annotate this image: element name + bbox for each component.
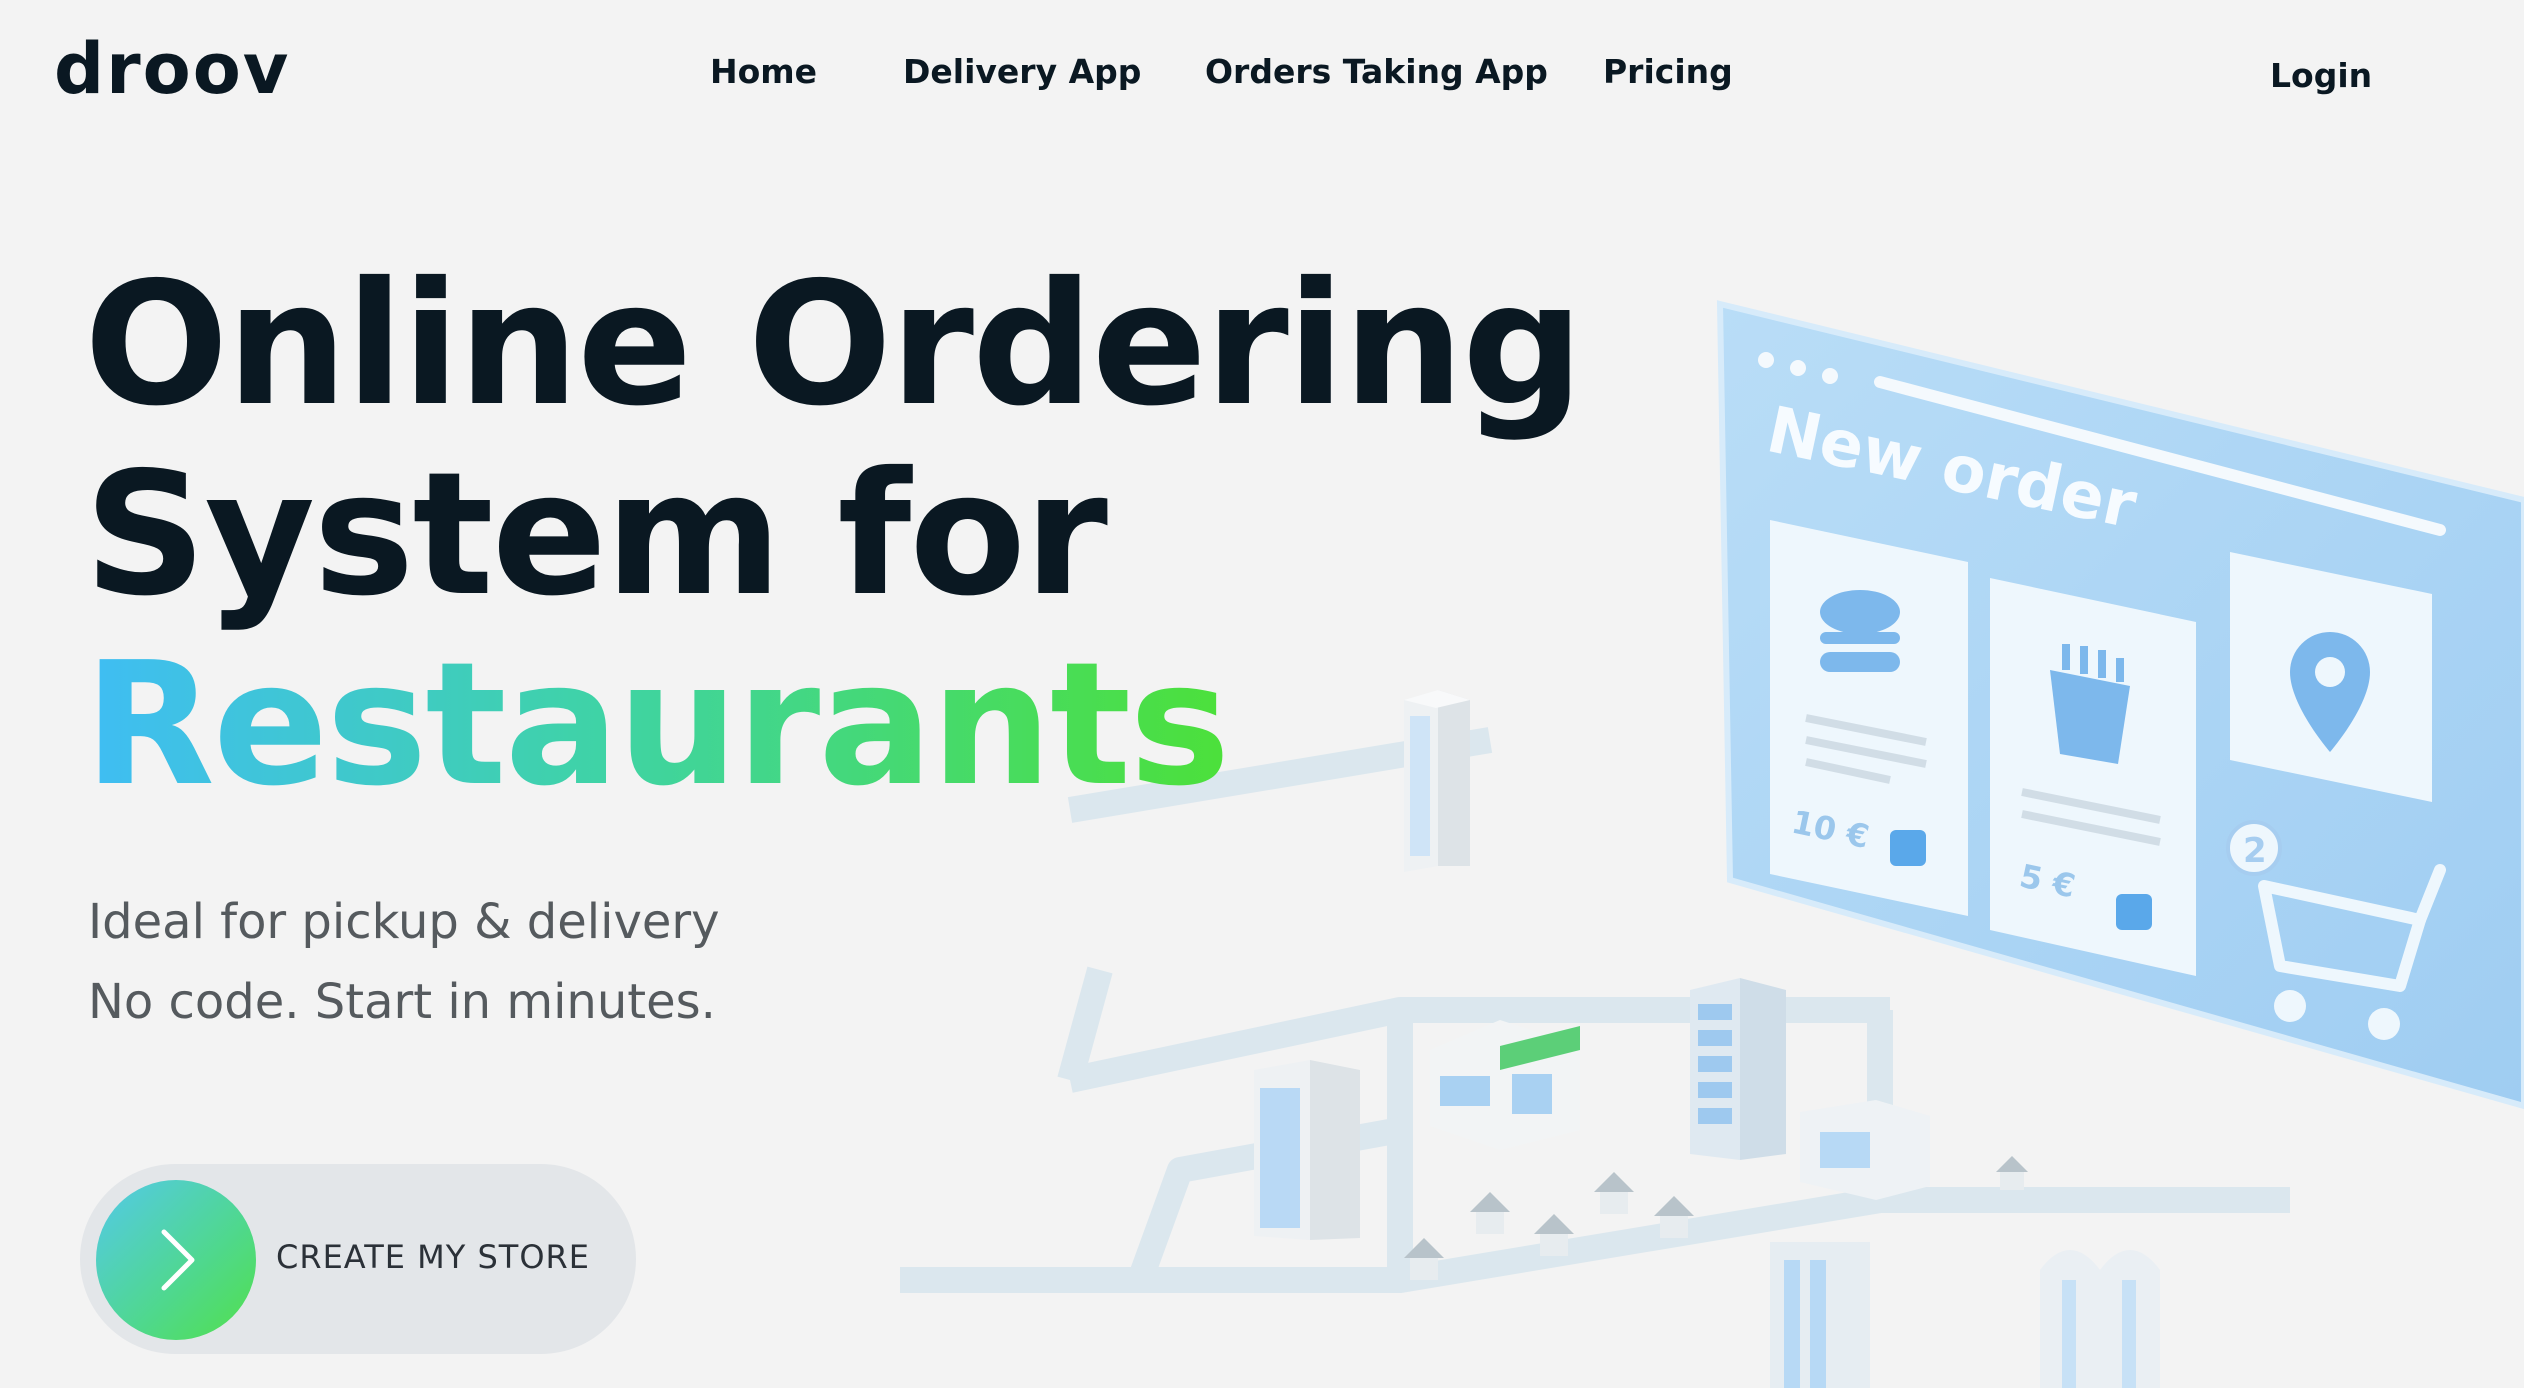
burger-card: 10 € — [1770, 520, 1968, 916]
hero-heading-line-3: Restaurants — [84, 626, 1230, 824]
nav-link-orders-taking-app[interactable]: Orders Taking App — [1205, 52, 1548, 91]
hero-subtitle-1: Ideal for pickup & delivery — [88, 894, 720, 950]
chevron-right-icon — [161, 1229, 195, 1291]
location-card — [2230, 552, 2432, 802]
glass-tower — [1690, 978, 1786, 1160]
login-link[interactable]: Login — [2270, 56, 2372, 95]
cart-count: 2 — [2243, 831, 2267, 871]
shop-building — [1430, 1020, 1580, 1150]
nav-link-delivery-app[interactable]: Delivery App — [903, 52, 1141, 91]
nav-link-pricing[interactable]: Pricing — [1603, 52, 1733, 91]
top-navigation: droov Home Delivery App Orders Taking Ap… — [0, 0, 2524, 150]
hero-subtitle-2: No code. Start in minutes. — [88, 974, 716, 1030]
bottom-towers — [1770, 1242, 2160, 1388]
arrow-circle — [96, 1180, 256, 1340]
hero-heading-line-2: System for — [84, 436, 1108, 634]
nav-link-home[interactable]: Home — [710, 52, 817, 91]
new-order-panel: New order 10 € 5 € 2 — [1716, 300, 2524, 1110]
fries-card: 5 € — [1990, 578, 2196, 976]
create-my-store-label: CREATE MY STORE — [276, 1238, 590, 1276]
office-building — [1254, 1060, 1360, 1240]
hero-heading-line-1: Online Ordering — [84, 246, 1584, 444]
tower-building — [1404, 690, 1470, 872]
droov-logo[interactable]: droov — [54, 28, 290, 110]
low-building — [1800, 1100, 1930, 1200]
add-item-icon — [2116, 894, 2152, 930]
add-item-icon — [1890, 830, 1926, 866]
create-my-store-button[interactable]: CREATE MY STORE — [80, 1164, 636, 1354]
